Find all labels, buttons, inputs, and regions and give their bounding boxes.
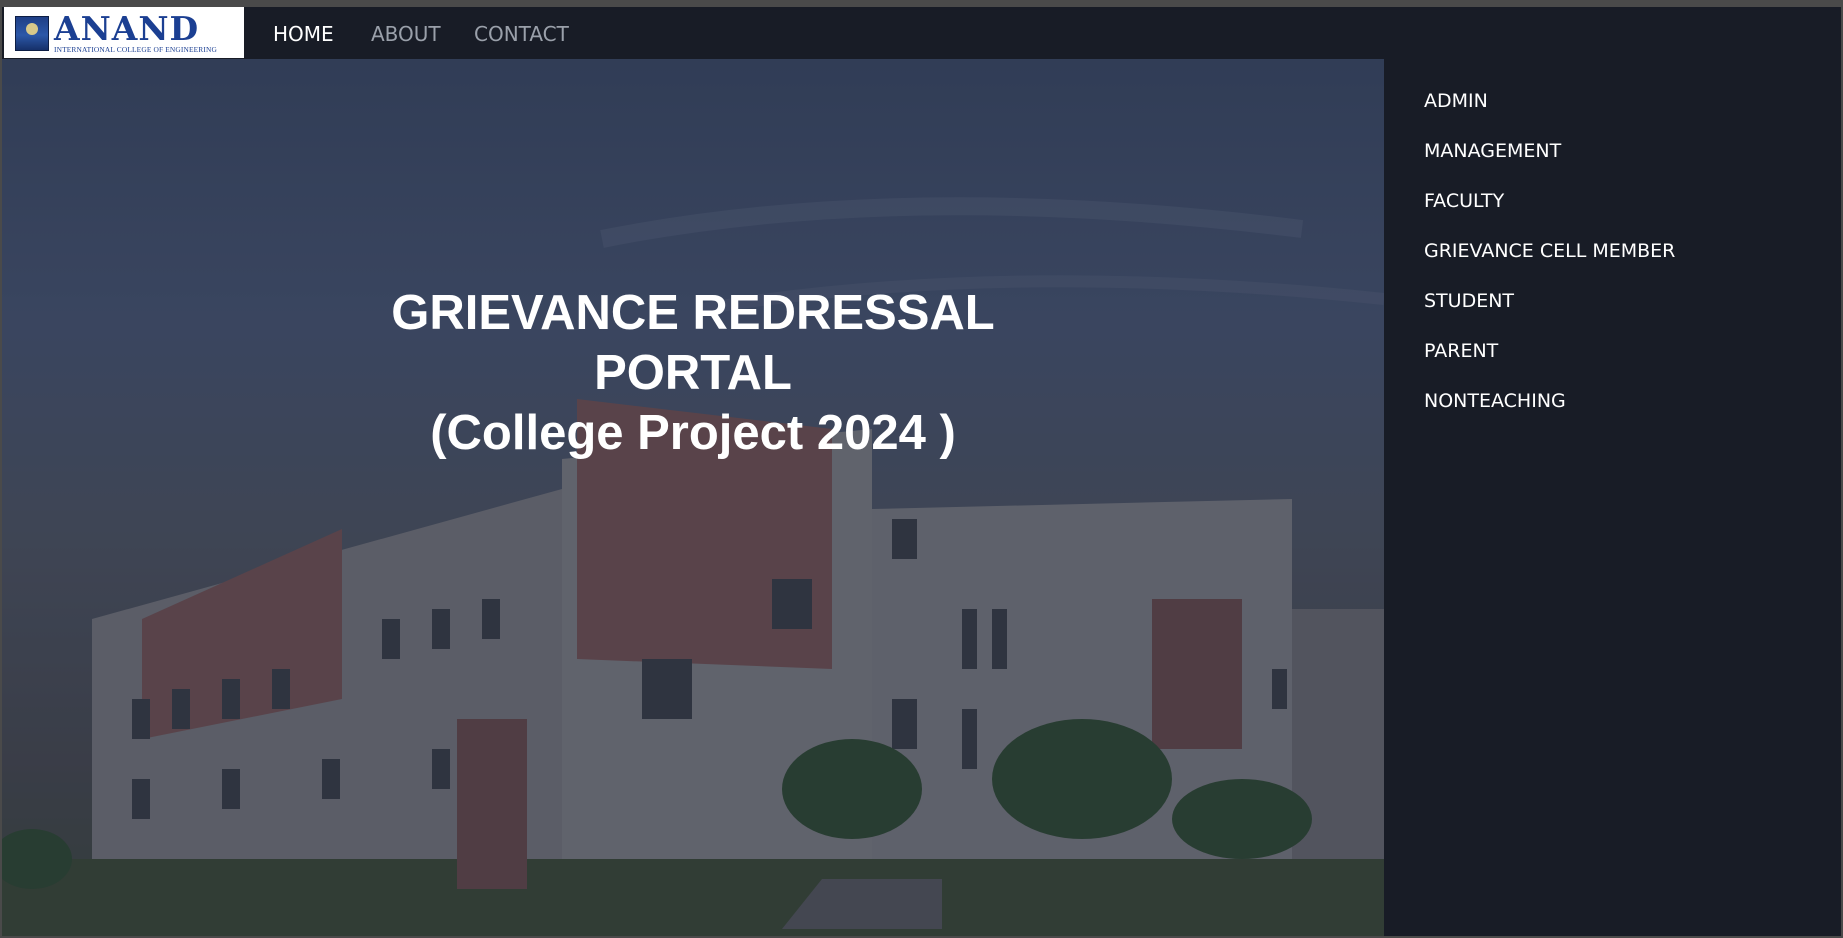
- logo-tagline: INTERNATIONAL COLLEGE OF ENGINEERING: [54, 45, 217, 54]
- sidebar-item-student[interactable]: STUDENT: [1424, 289, 1514, 313]
- sidebar-item-parent[interactable]: PARENT: [1424, 339, 1498, 363]
- college-logo[interactable]: ANAND INTERNATIONAL COLLEGE OF ENGINEERI…: [4, 7, 244, 58]
- portal-title: GRIEVANCE REDRESSAL PORTAL (College Proj…: [2, 283, 1384, 463]
- role-sidebar: ADMIN MANAGEMENT FACULTY GRIEVANCE CELL …: [1384, 59, 1841, 936]
- sidebar-item-management[interactable]: MANAGEMENT: [1424, 139, 1561, 163]
- sidebar-item-grievance-cell-member[interactable]: GRIEVANCE CELL MEMBER: [1424, 239, 1675, 263]
- hero-banner: GRIEVANCE REDRESSAL PORTAL (College Proj…: [2, 59, 1384, 936]
- dark-overlay: [2, 59, 1384, 936]
- top-navbar: ANAND INTERNATIONAL COLLEGE OF ENGINEERI…: [2, 7, 1841, 59]
- title-line-3: (College Project 2024 ): [430, 406, 956, 460]
- title-line-2: PORTAL: [594, 346, 792, 400]
- sidebar-item-admin[interactable]: ADMIN: [1424, 89, 1488, 113]
- nav-home[interactable]: HOME: [273, 22, 334, 46]
- app-window: ANAND INTERNATIONAL COLLEGE OF ENGINEERI…: [2, 7, 1841, 936]
- title-line-1: GRIEVANCE REDRESSAL: [391, 286, 995, 340]
- sidebar-item-nonteaching[interactable]: NONTEACHING: [1424, 389, 1566, 413]
- crest-icon: [15, 16, 49, 51]
- nav-about[interactable]: ABOUT: [371, 22, 441, 46]
- nav-contact[interactable]: CONTACT: [474, 22, 569, 46]
- logo-name: ANAND: [54, 9, 200, 48]
- sidebar-item-faculty[interactable]: FACULTY: [1424, 189, 1504, 213]
